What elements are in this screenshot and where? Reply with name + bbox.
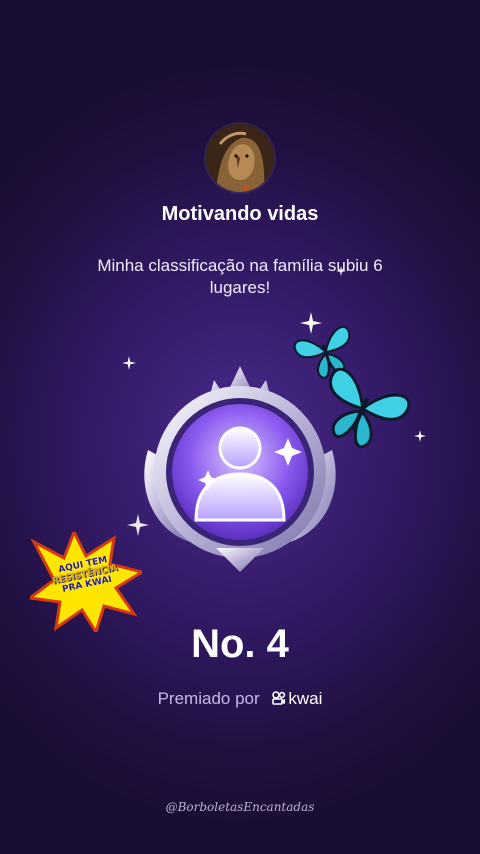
rank-message: Minha classificação na família subiu 6 l… bbox=[97, 256, 383, 297]
kwai-brand: kwai bbox=[272, 689, 322, 708]
awarded-by: Premiado por kwai bbox=[0, 689, 480, 709]
rank-number: No. 4 bbox=[191, 622, 289, 666]
family-rank-badge bbox=[144, 366, 336, 572]
watermark-text: @BorboletasEncantadas bbox=[165, 800, 315, 814]
profile-avatar[interactable] bbox=[206, 124, 274, 192]
awarded-by-label: Premiado por bbox=[157, 689, 260, 708]
sparkle-icon bbox=[336, 266, 346, 276]
sparkle-icon bbox=[414, 430, 426, 442]
profile-name: Motivando vidas bbox=[161, 203, 319, 225]
lion-avatar-icon bbox=[206, 124, 274, 192]
kwai-logo-icon bbox=[272, 691, 286, 705]
